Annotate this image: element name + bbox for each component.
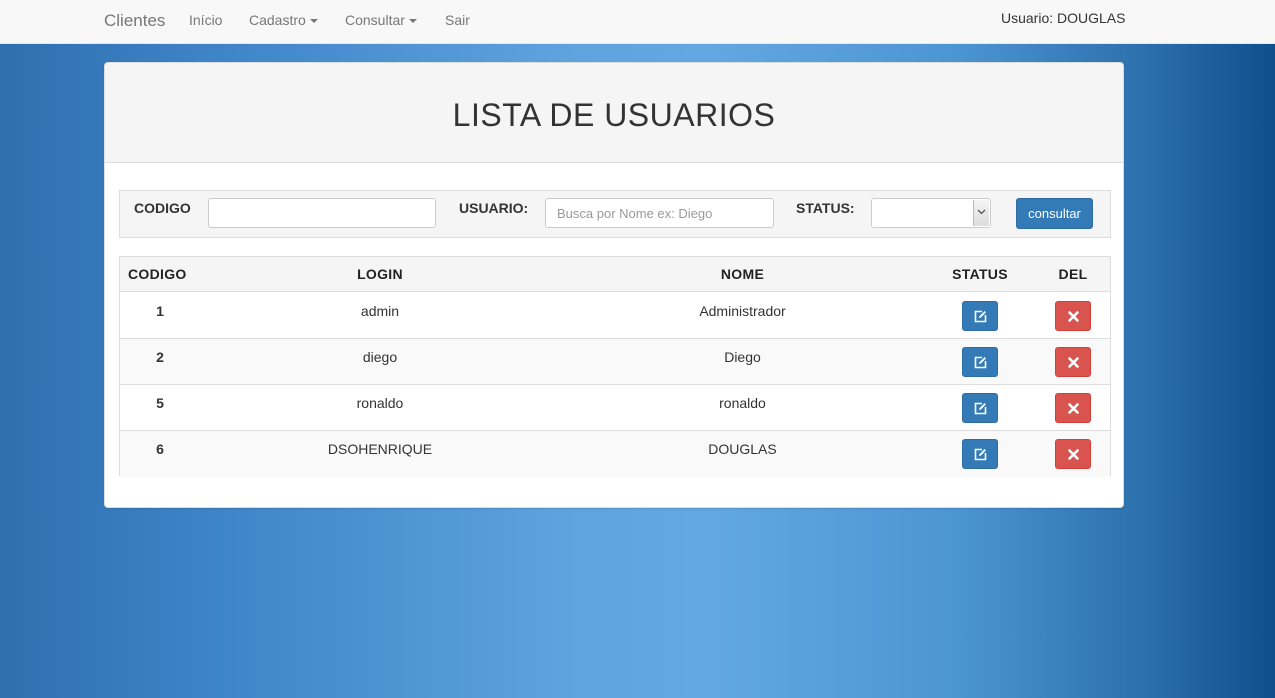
status-edit-button[interactable] xyxy=(962,301,998,331)
header-login: LOGIN xyxy=(357,266,403,282)
cell-codigo: 5 xyxy=(156,395,164,411)
caret-down-icon xyxy=(408,19,417,24)
remove-icon xyxy=(1068,357,1079,368)
status-edit-button[interactable] xyxy=(962,439,998,469)
edit-icon xyxy=(974,448,987,461)
codigo-label: CODIGO xyxy=(134,200,191,216)
delete-button[interactable] xyxy=(1055,347,1091,377)
nav-consultar-label: Consultar xyxy=(345,12,405,28)
edit-icon xyxy=(974,402,987,415)
delete-button[interactable] xyxy=(1055,439,1091,469)
cell-codigo: 1 xyxy=(156,303,164,319)
cell-nome: ronaldo xyxy=(719,395,766,411)
nav-cadastro-dropdown[interactable]: Cadastro xyxy=(249,12,318,28)
table-row: 2 diego Diego xyxy=(120,339,1110,385)
status-label: STATUS: xyxy=(796,200,855,216)
panel-heading: LISTA DE USUARIOS xyxy=(105,63,1123,163)
user-list-panel: LISTA DE USUARIOS CODIGO USUARIO: STATUS… xyxy=(104,62,1124,508)
navbar: Clientes Início Cadastro Consultar Sair … xyxy=(0,0,1275,44)
usuario-search-input[interactable] xyxy=(545,198,774,228)
header-codigo: CODIGO xyxy=(128,266,187,282)
cell-nome: DOUGLAS xyxy=(708,441,777,457)
table-row: 6 DSOHENRIQUE DOUGLAS xyxy=(120,431,1110,477)
cell-login: ronaldo xyxy=(356,395,404,411)
codigo-input[interactable] xyxy=(208,198,436,228)
header-status: STATUS xyxy=(952,266,1008,282)
page-title: LISTA DE USUARIOS xyxy=(452,97,776,133)
nav-sair[interactable]: Sair xyxy=(445,12,470,28)
cell-nome: Administrador xyxy=(699,303,786,319)
cell-codigo: 2 xyxy=(156,349,164,365)
delete-button[interactable] xyxy=(1055,301,1091,331)
current-user-label: Usuario: DOUGLAS xyxy=(1001,10,1126,26)
remove-icon xyxy=(1068,403,1079,414)
status-edit-button[interactable] xyxy=(962,393,998,423)
header-del: DEL xyxy=(1058,266,1088,282)
edit-icon xyxy=(974,310,987,323)
table-row: 5 ronaldo ronaldo xyxy=(120,385,1110,431)
usuario-label: USUARIO: xyxy=(459,200,529,216)
delete-button[interactable] xyxy=(1055,393,1091,423)
nav-consultar-dropdown[interactable]: Consultar xyxy=(345,12,417,28)
chevron-down-icon xyxy=(973,200,989,226)
brand-link[interactable]: Clientes xyxy=(104,11,165,31)
cell-nome: Diego xyxy=(724,349,761,365)
cell-login: admin xyxy=(360,303,400,319)
table-header: CODIGO LOGIN NOME STATUS DEL xyxy=(120,257,1110,292)
nav-cadastro-label: Cadastro xyxy=(249,12,306,28)
edit-icon xyxy=(974,356,987,369)
remove-icon xyxy=(1068,449,1079,460)
caret-down-icon xyxy=(309,19,318,24)
header-nome: NOME xyxy=(720,266,765,282)
cell-login: diego xyxy=(362,349,398,365)
cell-login: DSOHENRIQUE xyxy=(327,441,433,457)
cell-codigo: 6 xyxy=(156,441,164,457)
status-select[interactable] xyxy=(871,198,991,228)
nav-inicio[interactable]: Início xyxy=(189,12,222,28)
consultar-button[interactable]: consultar xyxy=(1016,198,1093,229)
users-table: CODIGO LOGIN NOME STATUS DEL 1 admin Adm… xyxy=(119,256,1111,477)
table-row: 1 admin Administrador xyxy=(120,293,1110,339)
status-edit-button[interactable] xyxy=(962,347,998,377)
remove-icon xyxy=(1068,311,1079,322)
filter-bar: CODIGO USUARIO: STATUS: consultar xyxy=(119,190,1111,238)
